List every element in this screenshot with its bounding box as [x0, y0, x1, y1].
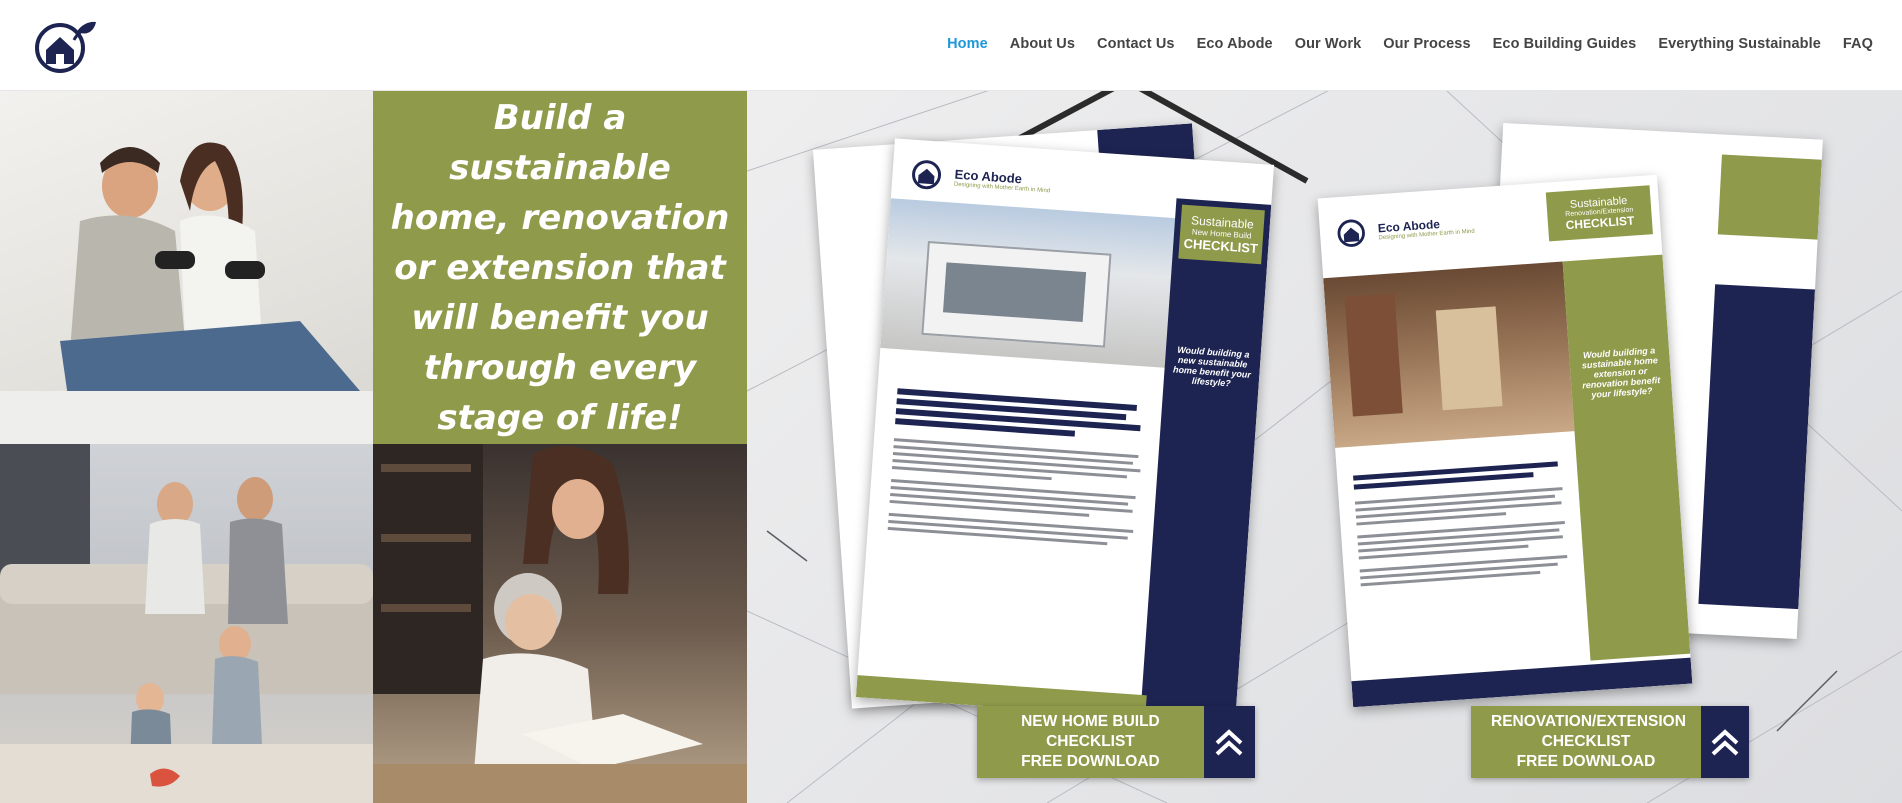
flyer-reno-body-text	[1353, 457, 1571, 590]
hero-quote: Build a sustainable home, renovation or …	[390, 97, 730, 438]
family-sofa-illustration	[0, 444, 373, 803]
cta-new-line3: FREE DOWNLOAD	[1021, 753, 1160, 770]
cta-reno-line1: RENOVATION/EXTENSION	[1491, 713, 1686, 730]
nav-everything-sustainable[interactable]: Everything Sustainable	[1658, 36, 1821, 52]
flyer-new-logo-icon	[912, 160, 942, 190]
double-chevron-up-icon[interactable]	[1701, 706, 1749, 778]
renovation-checklist-flyer: Eco Abode Designing with Mother Earth in…	[1317, 174, 1693, 708]
flyer-new-house-image	[880, 198, 1181, 369]
eco-abode-logo[interactable]	[34, 18, 98, 74]
site-header: Home About Us Contact Us Eco Abode Our W…	[0, 0, 1902, 91]
new-home-checklist-flyer: Eco Abode Designing with Mother Earth in…	[855, 138, 1275, 724]
cta-new-label[interactable]: NEW HOME BUILD CHECKLIST FREE DOWNLOAD	[977, 706, 1204, 778]
cta-new-line1: NEW HOME BUILD	[1021, 713, 1160, 730]
double-chevron-up-icon[interactable]	[1203, 706, 1255, 778]
flyer-reno-question: Would building a sustainable home extens…	[1581, 345, 1661, 400]
quote-panel: Build a sustainable home, renovation or …	[373, 91, 747, 444]
nav-about-us[interactable]: About Us	[1010, 36, 1075, 52]
main-nav: Home About Us Contact Us Eco Abode Our W…	[925, 36, 1873, 52]
cta-reno-line2: CHECKLIST	[1541, 733, 1631, 750]
nav-our-process[interactable]: Our Process	[1383, 36, 1470, 52]
grandmother-reading-illustration	[373, 444, 747, 803]
cta-reno-label[interactable]: RENOVATION/EXTENSION CHECKLIST FREE DOWN…	[1471, 706, 1701, 778]
cta-reno-line3: FREE DOWNLOAD	[1516, 753, 1656, 770]
flyer-new-question: Would building a new sustainable home be…	[1172, 344, 1252, 389]
new-home-checklist-download-button[interactable]: NEW HOME BUILD CHECKLIST FREE DOWNLOAD	[977, 706, 1255, 778]
flyer-reno-title-box: Sustainable Renovation/Extension CHECKLI…	[1545, 185, 1653, 242]
flyer-reno-brand: Eco Abode Designing with Mother Earth in…	[1335, 208, 1475, 252]
nav-contact-us[interactable]: Contact Us	[1097, 36, 1175, 52]
cta-new-line2: CHECKLIST	[1046, 733, 1135, 750]
grandmother-reading-photo	[373, 444, 747, 803]
flyer-reno-interior-image	[1323, 261, 1575, 448]
nav-faq[interactable]: FAQ	[1843, 36, 1873, 52]
hero-section: Build a sustainable home, renovation or …	[0, 91, 1902, 803]
flyer-new-brand: Eco Abode Designing with Mother Earth in…	[909, 156, 1052, 202]
renovation-checklist-download-button[interactable]: RENOVATION/EXTENSION CHECKLIST FREE DOWN…	[1471, 706, 1749, 778]
couple-gaming-illustration	[0, 142, 373, 444]
family-sofa-photo	[0, 444, 373, 803]
flyer-new-body-text	[887, 384, 1147, 551]
nav-our-work[interactable]: Our Work	[1295, 36, 1362, 52]
couple-gaming-photo	[0, 91, 373, 444]
flyer-reno-logo-icon	[1337, 219, 1365, 247]
nav-eco-building-guides[interactable]: Eco Building Guides	[1493, 36, 1637, 52]
nav-eco-abode[interactable]: Eco Abode	[1197, 36, 1273, 52]
nav-home[interactable]: Home	[947, 36, 988, 52]
